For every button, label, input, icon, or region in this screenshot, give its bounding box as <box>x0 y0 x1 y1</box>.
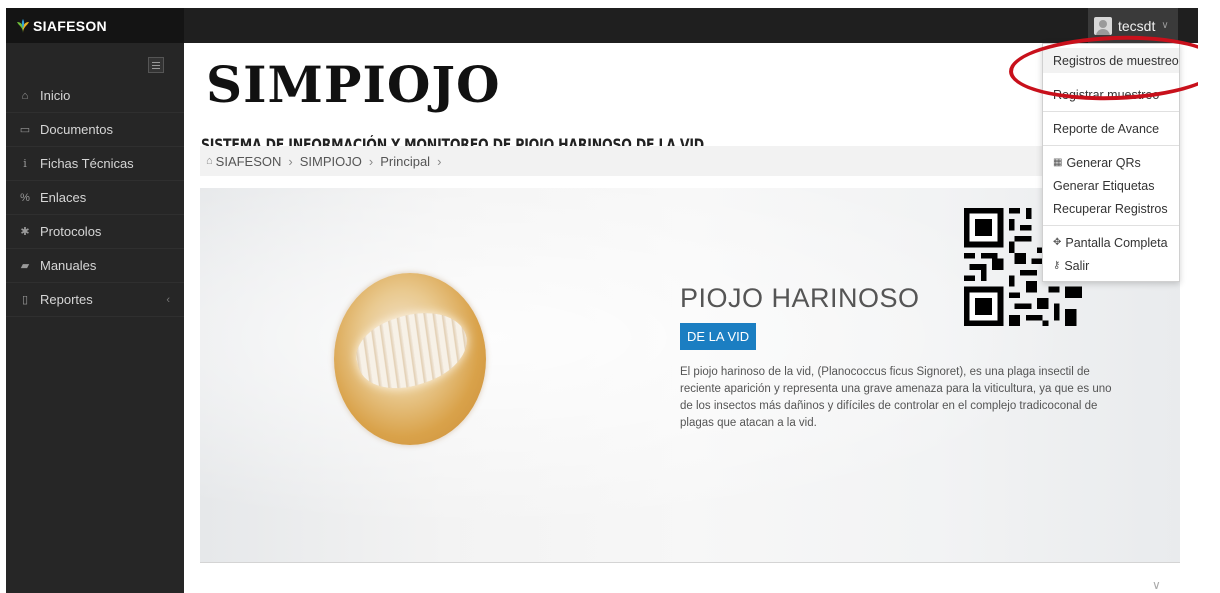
menu-item-salir[interactable]: ⚷ Salir <box>1043 254 1179 277</box>
folder-icon: ▭ <box>19 124 31 136</box>
user-name: tecsdt <box>1118 17 1156 34</box>
menu-item-generar-qrs[interactable]: ▦ Generar QRs <box>1043 151 1179 174</box>
hero-badge: DE LA VID <box>680 323 757 350</box>
chevron-left-icon: ‹ <box>166 293 170 306</box>
sidebar-item-label: Inicio <box>40 88 71 103</box>
sidebar-nav: ⌂ Inicio ▭ Documentos i Fichas Técnicas … <box>6 79 184 317</box>
top-bar: SIAFESON tecsdt ∨ <box>6 8 1198 43</box>
brand-name: SIAFESON <box>33 17 107 34</box>
menu-divider <box>1043 145 1179 146</box>
menu-item-label: Pantalla Completa <box>1065 235 1168 250</box>
page-logo-title: SIMPIOJO <box>206 55 501 114</box>
menu-divider <box>1043 225 1179 226</box>
move-icon: ✥ <box>1053 237 1062 248</box>
mealybug-body <box>347 299 477 401</box>
sidebar-item-inicio[interactable]: ⌂ Inicio <box>6 79 184 113</box>
breadcrumb-separator: › <box>437 153 442 169</box>
hamburger-line <box>152 68 160 69</box>
home-icon: ⌂ <box>21 89 29 102</box>
menu-divider <box>1043 111 1179 112</box>
menu-item-label: Generar QRs <box>1066 155 1141 170</box>
home-icon: ⌂ <box>206 155 213 167</box>
avatar <box>1094 16 1112 35</box>
hero-banner: PIOJO HARINOSO DE LA VID El piojo harino… <box>200 188 1180 563</box>
sidebar-item-label: Enlaces <box>40 190 87 205</box>
breadcrumb-item-principal[interactable]: Principal <box>380 154 430 169</box>
menu-item-label: Reporte de Avance <box>1053 121 1160 136</box>
sidebar-item-documentos[interactable]: ▭ Documentos <box>6 113 184 147</box>
gear-icon: ✱ <box>20 226 30 238</box>
breadcrumb-item-simpiojo[interactable]: SIMPIOJO <box>300 154 362 169</box>
qr-icon: ▦ <box>1053 157 1063 168</box>
key-icon: ⚷ <box>1053 260 1061 271</box>
menu-item-recuperar-registros[interactable]: Recuperar Registros <box>1043 197 1179 220</box>
menu-toggle-button[interactable] <box>148 57 164 73</box>
brand[interactable]: SIAFESON <box>6 8 184 43</box>
book-icon: ▰ <box>20 260 30 272</box>
breadcrumb-separator: › <box>288 153 293 169</box>
breadcrumb: ⌂ SIAFESON › SIMPIOJO › Principal › <box>200 146 1180 176</box>
chevron-down-icon[interactable]: ∨ <box>1152 578 1161 592</box>
mealybug-photo <box>334 273 486 445</box>
hero-description: El piojo harinoso de la vid, (Planococcu… <box>680 366 1112 429</box>
menu-item-label: Salir <box>1064 258 1090 273</box>
menu-item-reporte-de-avance[interactable]: Reporte de Avance <box>1043 117 1179 140</box>
sidebar-item-manuales[interactable]: ▰ Manuales <box>6 249 184 283</box>
sidebar-item-label: Reportes <box>40 292 93 307</box>
sidebar-item-protocolos[interactable]: ✱ Protocolos <box>6 215 184 249</box>
leaf-logo-icon <box>17 18 29 33</box>
breadcrumb-item-siafeson[interactable]: SIAFESON <box>216 154 282 169</box>
link-icon: % <box>20 191 30 204</box>
sidebar-item-fichas-tecnicas[interactable]: i Fichas Técnicas <box>6 147 184 181</box>
menu-item-pantalla-completa[interactable]: ✥ Pantalla Completa <box>1043 231 1179 254</box>
sidebar-item-reportes[interactable]: ▯ Reportes ‹ <box>6 283 184 317</box>
sidebar-item-enlaces[interactable]: % Enlaces <box>6 181 184 215</box>
menu-item-generar-etiquetas[interactable]: Generar Etiquetas <box>1043 174 1179 197</box>
app-window: SIAFESON tecsdt ∨ ⌂ Inicio ▭ Documentos … <box>6 8 1198 593</box>
file-icon: ▯ <box>21 294 29 306</box>
hamburger-line <box>152 62 160 63</box>
hero-title: PIOJO HARINOSO <box>680 283 920 313</box>
breadcrumb-separator: › <box>368 153 374 169</box>
sidebar-item-label: Fichas Técnicas <box>40 156 134 171</box>
sidebar-item-label: Manuales <box>40 258 97 273</box>
chevron-down-icon: ∨ <box>1161 20 1169 31</box>
menu-item-label: Recuperar Registros <box>1053 201 1168 216</box>
info-icon: i <box>23 157 27 170</box>
sidebar-item-label: Protocolos <box>40 224 102 239</box>
sidebar-item-label: Documentos <box>40 122 113 137</box>
menu-item-label: Generar Etiquetas <box>1053 178 1155 193</box>
hamburger-line <box>152 65 160 66</box>
sidebar: ⌂ Inicio ▭ Documentos i Fichas Técnicas … <box>6 43 184 593</box>
